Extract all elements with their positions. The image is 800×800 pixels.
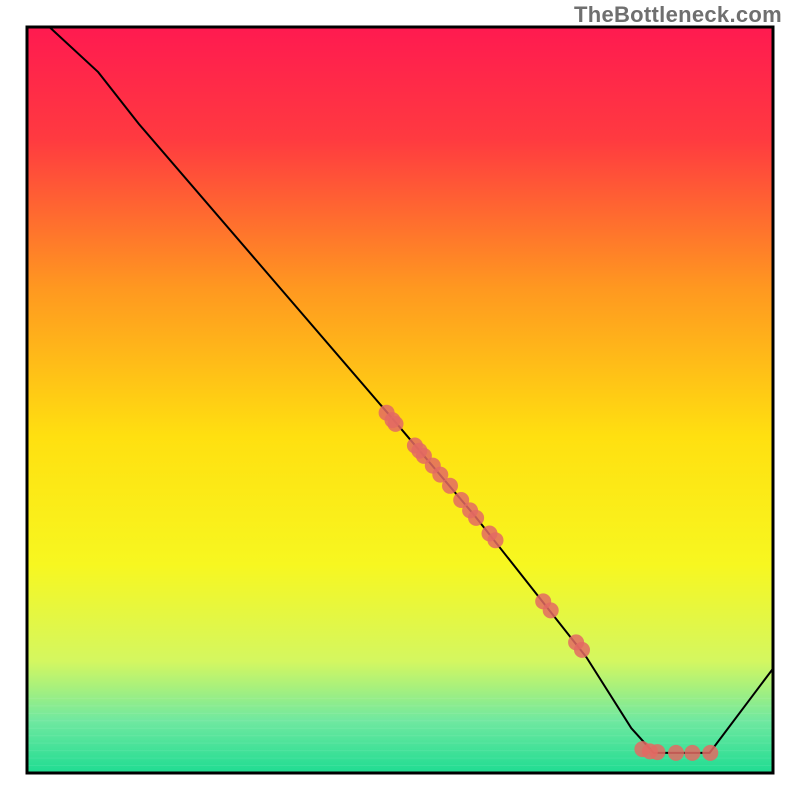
data-point bbox=[702, 745, 718, 761]
bottleneck-chart bbox=[0, 0, 800, 800]
data-point bbox=[574, 642, 590, 658]
data-point bbox=[668, 745, 684, 761]
data-point bbox=[388, 416, 404, 432]
data-point bbox=[649, 744, 665, 760]
data-point bbox=[488, 532, 504, 548]
chart-container: TheBottleneck.com bbox=[0, 0, 800, 800]
data-point bbox=[684, 745, 700, 761]
data-point bbox=[543, 602, 559, 618]
data-point bbox=[468, 510, 484, 526]
data-point bbox=[442, 478, 458, 494]
watermark-label: TheBottleneck.com bbox=[574, 2, 782, 28]
chart-background bbox=[27, 27, 773, 773]
